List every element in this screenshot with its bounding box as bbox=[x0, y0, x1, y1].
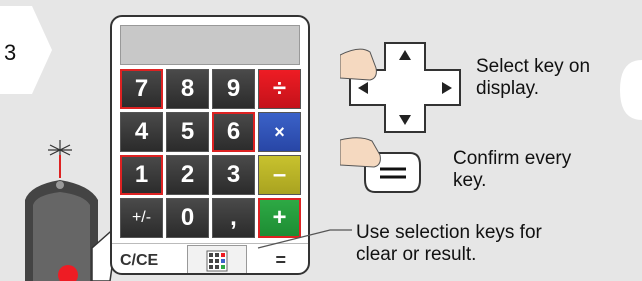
next-step-edge bbox=[620, 60, 642, 120]
confirm-key-caption: Confirm every key. bbox=[453, 148, 572, 191]
select-key-caption: Select key on display. bbox=[476, 56, 591, 99]
callout-line bbox=[257, 229, 352, 249]
navigation-pad-icon bbox=[340, 42, 461, 133]
selection-keys-caption: Use selection keys for clear or result. bbox=[356, 222, 542, 265]
confirm-key-icon bbox=[340, 137, 421, 193]
